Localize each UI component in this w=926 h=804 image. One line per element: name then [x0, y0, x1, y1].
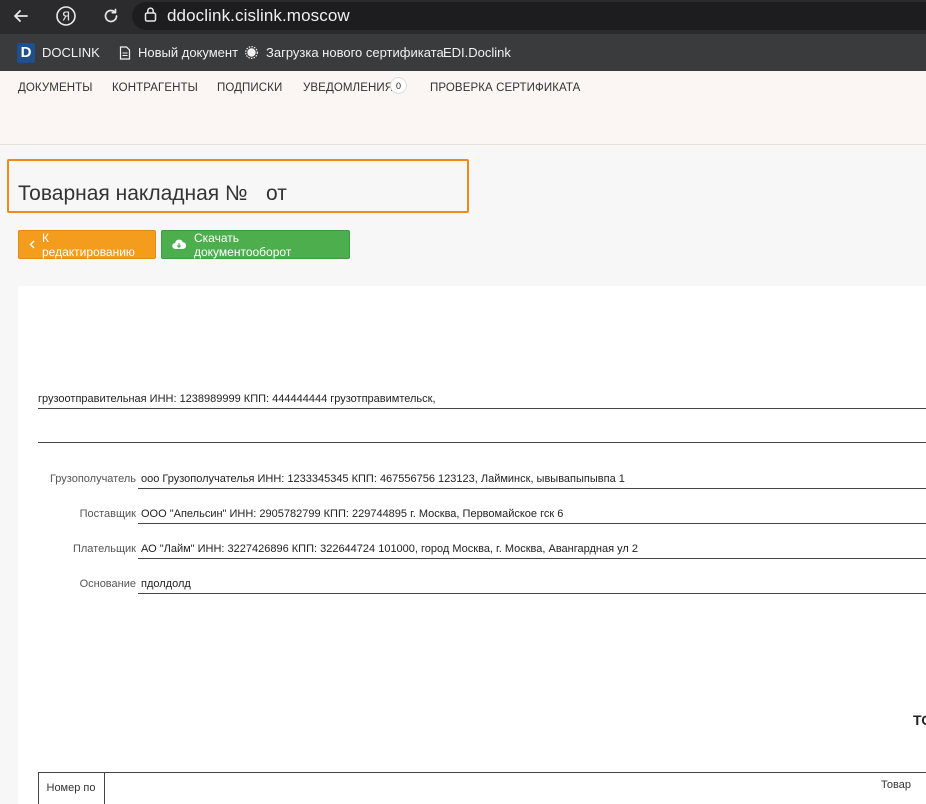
- url-text: ddoclink.cislink.moscow: [167, 6, 350, 25]
- browser-toolbar: Я ddoclink.cislink.moscow: [0, 0, 926, 34]
- nav-documents[interactable]: ДОКУМЕНТЫ: [18, 82, 93, 94]
- table-header-goods: Товар: [881, 779, 911, 791]
- upload-certificate-link[interactable]: Загрузка нового сертификата: [245, 34, 444, 71]
- new-document-label: Новый документ: [138, 45, 239, 60]
- app-header: D DOCLINK Новый документ Загрузка нового…: [0, 34, 926, 71]
- supplier-underline: [138, 523, 926, 524]
- basis-label: Основание: [79, 578, 136, 590]
- consignee-label: Грузополучатель: [49, 473, 136, 485]
- payer-underline: [138, 558, 926, 559]
- payer-label: Плательщик: [72, 543, 136, 555]
- lock-icon: [144, 6, 157, 27]
- address-bar[interactable]: ddoclink.cislink.moscow: [132, 2, 926, 30]
- basis-underline: [138, 593, 926, 594]
- nav-contractors[interactable]: КОНТРАГЕНТЫ: [112, 82, 198, 94]
- main-navigation: ДОКУМЕНТЫ КОНТРАГЕНТЫ ПОДПИСКИ УВЕДОМЛЕН…: [0, 71, 926, 145]
- shipper-underline: [38, 408, 926, 409]
- goods-table: [38, 772, 926, 804]
- download-docflow-label: Скачать документооборот: [194, 230, 292, 259]
- edi-doclink-label: EDI.Doclink: [443, 45, 511, 60]
- table-column-divider: [104, 772, 105, 804]
- table-header-number: Номер по: [46, 782, 96, 794]
- chevron-left-icon: [29, 240, 35, 249]
- reload-icon[interactable]: [100, 5, 122, 27]
- page-title-from: от: [266, 182, 287, 205]
- consignee-underline: [138, 488, 926, 489]
- back-to-editing-button[interactable]: К редактированию: [18, 230, 156, 259]
- supplier-value: ООО "Апельсин" ИНН: 2905782799 КПП: 2297…: [141, 508, 564, 520]
- supplier-label: Поставщик: [79, 508, 136, 520]
- certificate-seal-icon: [245, 46, 258, 59]
- edi-doclink-link[interactable]: EDI.Doclink: [443, 34, 511, 71]
- back-to-editing-label: К редактированию: [42, 230, 135, 259]
- document-heading-partial: ТО: [913, 712, 926, 728]
- nav-subscriptions[interactable]: ПОДПИСКИ: [217, 82, 282, 94]
- consignee-value: ооо Грузополучателья ИНН: 1233345345 КПП…: [141, 473, 625, 485]
- shipper-line: грузоотправительная ИНН: 1238989999 КПП:…: [38, 393, 436, 405]
- upload-certificate-label: Загрузка нового сертификата: [266, 45, 444, 60]
- doclink-logo[interactable]: D DOCLINK: [17, 34, 100, 71]
- nav-certificate-check[interactable]: ПРОВЕРКА СЕРТИФИКАТА: [430, 82, 580, 94]
- yandex-icon[interactable]: Я: [55, 5, 77, 27]
- payer-value: АО "Лайм" ИНН: 3227426896 КПП: 322644724…: [141, 543, 638, 555]
- new-document-link[interactable]: Новый документ: [119, 34, 238, 71]
- logo-text: DOCLINK: [42, 45, 100, 60]
- document-icon: [119, 45, 131, 60]
- logo-mark: D: [17, 42, 35, 63]
- blank-underline: [38, 442, 926, 443]
- document-preview: грузоотправительная ИНН: 1238989999 КПП:…: [18, 286, 926, 804]
- notifications-count-badge: 0: [390, 77, 407, 94]
- nav-notifications[interactable]: УВЕДОМЛЕНИЯ: [303, 82, 393, 94]
- basis-value: пдолдолд: [141, 578, 191, 590]
- yandex-glyph: Я: [62, 10, 70, 24]
- page-title: Товарная накладная №: [18, 182, 248, 205]
- back-arrow-icon[interactable]: [10, 5, 32, 27]
- cloud-download-icon: [172, 239, 186, 250]
- download-docflow-button[interactable]: Скачать документооборот: [161, 230, 350, 259]
